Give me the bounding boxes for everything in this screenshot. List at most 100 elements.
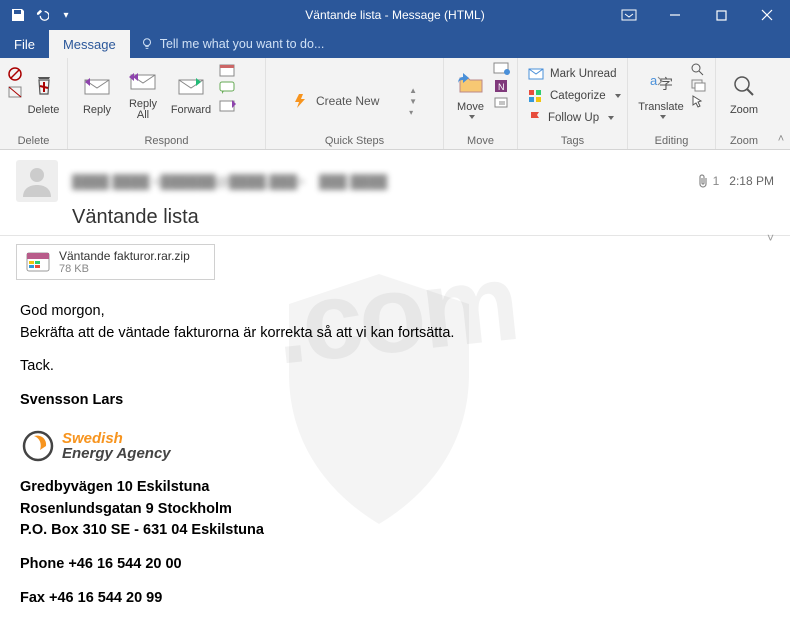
- group-delete-label: Delete: [6, 133, 61, 149]
- message-subject: Väntande lista: [72, 206, 774, 229]
- body-line: God morgon,: [20, 302, 770, 322]
- ribbon: Delete Delete Reply ReplyAll Forward: [0, 58, 790, 150]
- body-address: Rosenlundsgatan 9 Stockholm: [20, 500, 770, 520]
- body-fax: Fax +46 16 544 20 99: [20, 589, 770, 609]
- move-button[interactable]: Move: [450, 60, 491, 126]
- forward-icon: [176, 70, 206, 102]
- lightning-icon: [292, 93, 310, 109]
- categorize-button[interactable]: Categorize: [524, 86, 625, 106]
- message-time: 2:18 PM: [729, 174, 774, 188]
- attachment-count: 1: [697, 174, 720, 188]
- qat-more-icon[interactable]: ▾: [58, 7, 74, 23]
- ribbon-options-icon[interactable]: [606, 0, 652, 30]
- create-new-quickstep[interactable]: Create New: [292, 93, 379, 109]
- message-header: ████ ████ <██████@████.███> ███ ████ 1 2…: [0, 150, 790, 236]
- window-title: Väntande lista - Message (HTML): [305, 8, 484, 22]
- group-respond-label: Respond: [74, 133, 259, 149]
- close-icon[interactable]: [744, 0, 790, 30]
- select-icon[interactable]: [690, 94, 706, 108]
- tab-file[interactable]: File: [0, 30, 49, 58]
- group-quicksteps-label: Quick Steps: [272, 133, 437, 149]
- zoom-button[interactable]: Zoom: [722, 60, 766, 126]
- delete-icon: [31, 70, 57, 102]
- titlebar: ▾ Väntande lista - Message (HTML): [0, 0, 790, 30]
- menubar: File Message Tell me what you want to do…: [0, 30, 790, 58]
- forward-button[interactable]: Forward: [166, 60, 216, 126]
- attachment-size: 78 KB: [59, 263, 190, 275]
- meeting-icon[interactable]: [218, 62, 238, 78]
- translate-label: Translate: [638, 101, 683, 113]
- ignore-icon[interactable]: [6, 66, 24, 82]
- actions-icon[interactable]: [493, 96, 511, 110]
- paperclip-icon: [697, 174, 709, 188]
- forward-label: Forward: [171, 104, 211, 116]
- qs-down-icon[interactable]: ▼: [409, 97, 417, 106]
- followup-label: Follow Up: [548, 112, 599, 124]
- reply-label: Reply: [83, 104, 111, 116]
- logo-text-2: Energy Agency: [62, 446, 171, 461]
- zoom-label: Zoom: [730, 104, 758, 116]
- save-icon[interactable]: [10, 7, 26, 23]
- delete-label: Delete: [28, 104, 60, 116]
- sender-line: ████ ████ <██████@████.███> ███ ████: [72, 174, 683, 189]
- reply-all-icon: [128, 65, 158, 97]
- create-new-label: Create New: [316, 94, 379, 108]
- collapse-ribbon-icon[interactable]: ˄: [772, 58, 790, 149]
- reply-icon: [82, 70, 112, 102]
- zoom-icon: [731, 70, 757, 102]
- tell-me-label: Tell me what you want to do...: [160, 37, 325, 51]
- mark-unread-icon: [528, 68, 544, 80]
- body-line: Bekräfta att de väntade fakturorna är ko…: [20, 324, 770, 344]
- company-logo: Swedish Energy Agency: [20, 428, 770, 464]
- im-icon[interactable]: [218, 80, 238, 96]
- svg-text:字: 字: [659, 76, 673, 92]
- delete-button[interactable]: Delete: [26, 60, 61, 126]
- tab-message[interactable]: Message: [49, 30, 130, 58]
- followup-button[interactable]: Follow Up: [524, 108, 625, 128]
- find-icon[interactable]: [690, 62, 706, 76]
- qs-up-icon[interactable]: ▲: [409, 86, 417, 95]
- group-editing-label: Editing: [634, 133, 709, 149]
- junk-icon[interactable]: [6, 84, 24, 100]
- expand-header-icon[interactable]: ˅: [767, 231, 774, 245]
- group-zoom-label: Zoom: [722, 133, 766, 149]
- body-address: Gredbyvägen 10 Eskilstuna: [20, 478, 770, 498]
- avatar: [16, 160, 58, 202]
- categorize-label: Categorize: [550, 90, 606, 102]
- qs-more-icon[interactable]: ▾: [409, 108, 417, 117]
- body-address: P.O. Box 310 SE - 631 04 Eskilstuna: [20, 521, 770, 541]
- attachment-name: Väntande fakturor.rar.zip: [59, 249, 190, 263]
- rules-icon[interactable]: [493, 62, 511, 76]
- svg-text:N: N: [498, 82, 505, 92]
- body-signature-name: Svensson Lars: [20, 391, 770, 411]
- categorize-icon: [528, 89, 544, 103]
- reply-all-button[interactable]: ReplyAll: [122, 60, 164, 126]
- minimize-icon[interactable]: [652, 0, 698, 30]
- move-label: Move: [457, 101, 484, 113]
- maximize-icon[interactable]: [698, 0, 744, 30]
- tell-me-search[interactable]: Tell me what you want to do...: [130, 30, 325, 58]
- attachment-row: Väntande fakturor.rar.zip 78 KB: [0, 236, 790, 288]
- reply-all-label: ReplyAll: [129, 99, 157, 121]
- group-tags-label: Tags: [524, 133, 621, 149]
- more-respond-icon[interactable]: [218, 98, 238, 114]
- energy-logo-icon: [20, 428, 56, 464]
- svg-text:a: a: [650, 73, 658, 88]
- reply-button[interactable]: Reply: [74, 60, 120, 126]
- logo-text-1: Swedish: [62, 431, 171, 446]
- mark-unread-label: Mark Unread: [550, 68, 616, 80]
- message-body: God morgon, Bekräfta att de väntade fakt…: [0, 288, 790, 624]
- body-line: Tack.: [20, 357, 770, 377]
- onenote-icon[interactable]: N: [493, 78, 511, 94]
- zip-icon: [25, 249, 51, 275]
- related-icon[interactable]: [690, 78, 706, 92]
- translate-icon: a字: [648, 67, 674, 99]
- translate-button[interactable]: a字 Translate: [634, 60, 688, 126]
- attachment-chip[interactable]: Väntande fakturor.rar.zip 78 KB: [16, 244, 215, 280]
- group-move-label: Move: [450, 133, 511, 149]
- lightbulb-icon: [140, 37, 154, 51]
- flag-icon: [528, 111, 542, 125]
- undo-icon[interactable]: [34, 7, 50, 23]
- move-icon: [457, 67, 485, 99]
- mark-unread-button[interactable]: Mark Unread: [524, 64, 625, 84]
